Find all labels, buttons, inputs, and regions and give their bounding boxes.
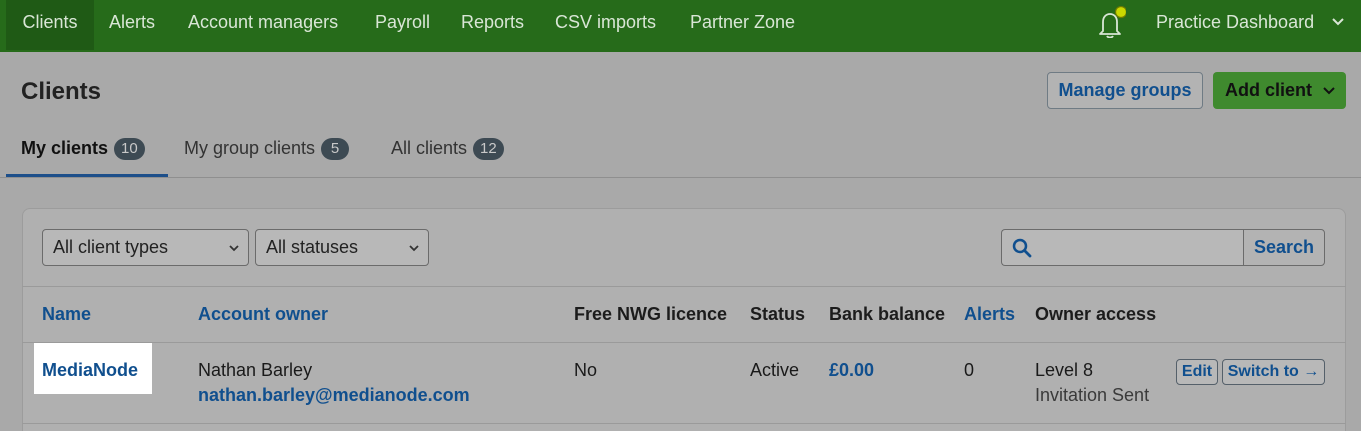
status-select[interactable]: All statuses: [255, 229, 429, 266]
tabs-divider: [0, 177, 1361, 178]
divider: [22, 423, 1346, 424]
column-header-owner-access: Owner access: [1035, 304, 1157, 324]
alerts-count: 0: [964, 360, 975, 380]
search-input[interactable]: [1001, 229, 1244, 266]
free-licence-value: No: [574, 360, 598, 380]
access-note: Invitation Sent: [1035, 385, 1150, 405]
column-header-name[interactable]: Name: [42, 304, 91, 325]
nav-item-account-managers[interactable]: Account managers: [188, 0, 338, 44]
top-navigation: Clients Alerts Account managers Payroll …: [0, 0, 1361, 52]
column-header-bank-balance: Bank balance: [829, 304, 946, 324]
page-title: Clients: [21, 78, 102, 105]
column-header-account-owner[interactable]: Account owner: [198, 304, 328, 325]
select-value: All statuses: [266, 237, 359, 257]
tab-my-group-clients[interactable]: My group clients 5: [184, 138, 350, 162]
nav-item-partner-zone[interactable]: Partner Zone: [690, 0, 795, 44]
tab-label: My group clients: [184, 138, 316, 158]
column-header-alerts[interactable]: Alerts: [964, 304, 1015, 325]
column-header-free-licence: Free NWG licence: [574, 304, 728, 324]
bell-icon[interactable]: [1096, 6, 1126, 38]
tab-all-clients[interactable]: All clients 12: [391, 138, 504, 162]
column-header-status: Status: [750, 304, 806, 324]
owner-email-link[interactable]: nathan.barley@medianode.com: [198, 385, 470, 406]
bank-balance-link[interactable]: £0.00: [829, 360, 874, 381]
divider: [22, 286, 1346, 287]
practice-dashboard-menu[interactable]: Practice Dashboard: [1156, 0, 1314, 44]
select-value: All client types: [53, 237, 169, 257]
nav-item-alerts[interactable]: Alerts: [109, 0, 155, 44]
add-client-label: Add client: [1225, 80, 1313, 100]
count-badge: 10: [114, 138, 145, 160]
edit-button[interactable]: Edit: [1176, 359, 1218, 385]
count-badge: 5: [321, 138, 350, 160]
add-client-button[interactable]: Add client: [1213, 72, 1346, 109]
chevron-down-icon[interactable]: [1330, 14, 1346, 30]
chevron-down-icon: [1323, 87, 1335, 95]
tab-label: All clients: [391, 138, 468, 158]
tab-label: My clients: [21, 138, 109, 158]
nav-item-clients[interactable]: Clients: [6, 0, 94, 50]
client-name-link[interactable]: MediaNode: [42, 360, 138, 381]
owner-name: Nathan Barley: [198, 360, 313, 380]
search-icon: [1012, 238, 1032, 258]
chevron-down-icon: [409, 245, 419, 252]
search-button[interactable]: Search: [1243, 229, 1325, 266]
divider: [22, 342, 1346, 343]
nav-item-payroll[interactable]: Payroll: [375, 0, 430, 44]
count-badge: 12: [473, 138, 504, 160]
nav-item-csv-imports[interactable]: CSV imports: [555, 0, 656, 44]
manage-groups-button[interactable]: Manage groups: [1047, 72, 1203, 109]
access-level: Level 8: [1035, 360, 1094, 380]
chevron-down-icon: [229, 245, 239, 252]
nav-item-reports[interactable]: Reports: [461, 0, 524, 44]
client-type-select[interactable]: All client types: [42, 229, 249, 266]
status-value: Active: [750, 360, 800, 380]
switch-to-button[interactable]: Switch to →: [1222, 359, 1325, 385]
tab-my-clients[interactable]: My clients 10: [21, 138, 145, 162]
